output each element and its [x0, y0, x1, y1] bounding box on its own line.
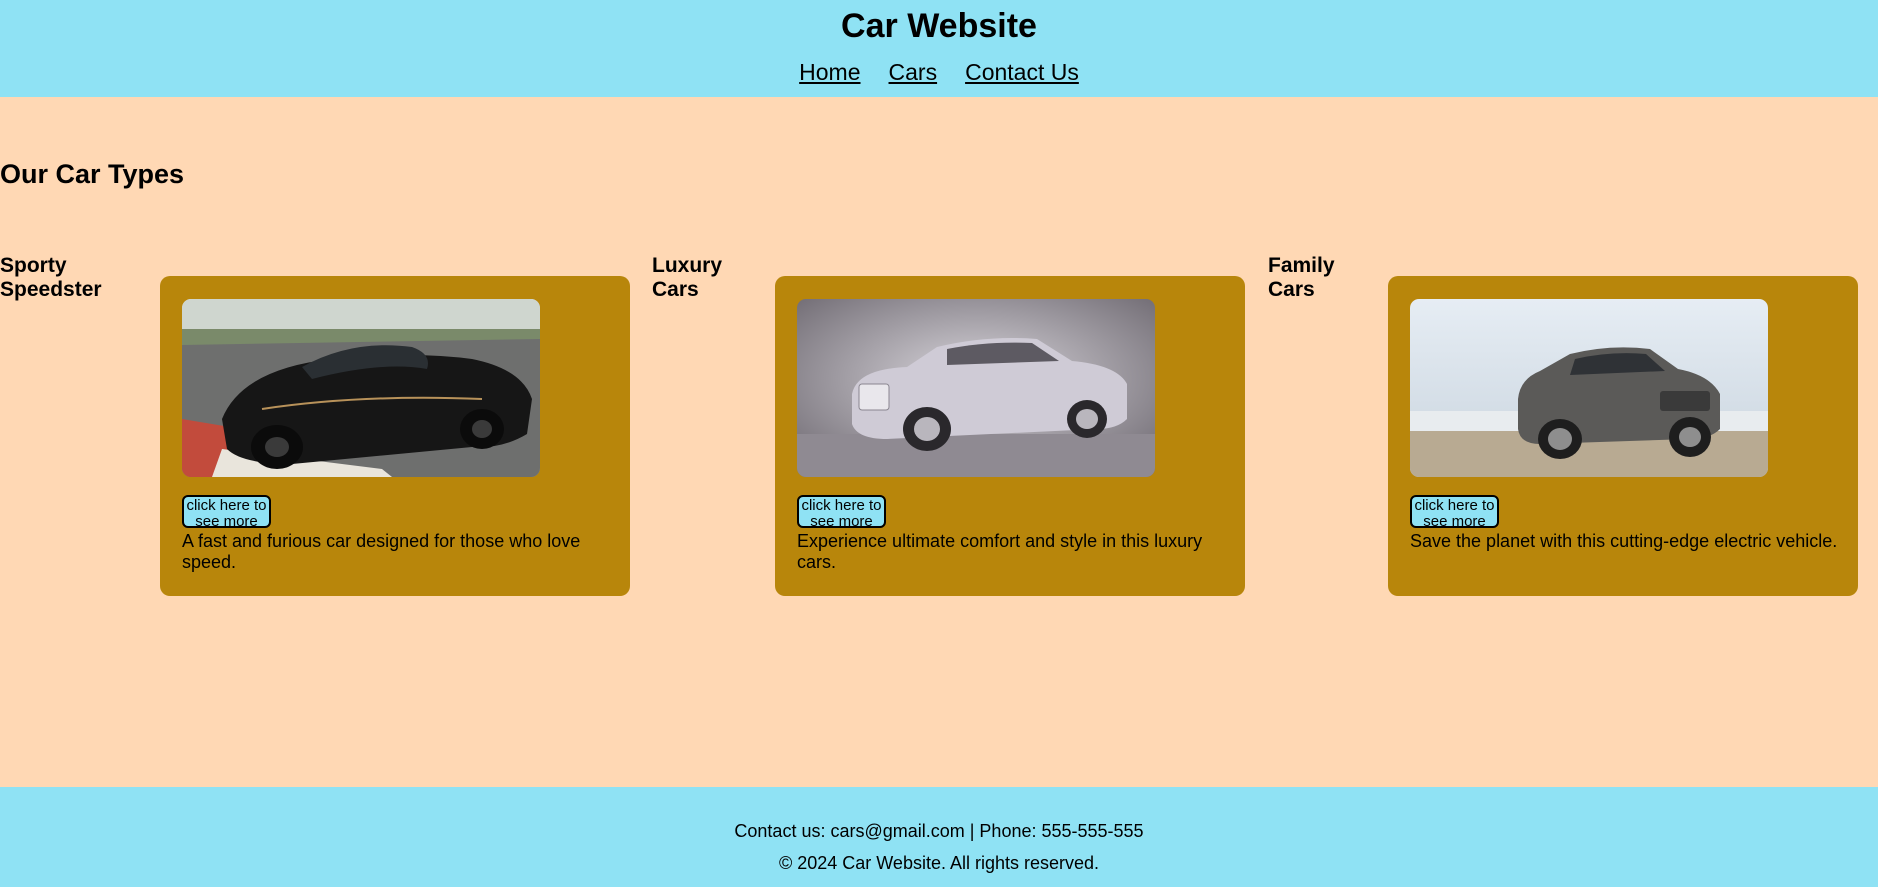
site-title: Car Website — [841, 7, 1037, 45]
site-footer: Contact us: cars@gmail.com | Phone: 555-… — [0, 787, 1878, 887]
car-card-luxury: click here to see more Experience ultima… — [775, 276, 1245, 596]
car-type-label-family: Family Cars — [1268, 254, 1335, 301]
nav-home-link[interactable]: Home — [799, 58, 860, 86]
family-suv-image — [1410, 299, 1768, 477]
footer-copyright: © 2024 Car Website. All rights reserved. — [778, 853, 1100, 873]
footer-contact: Contact us: cars@gmail.com | Phone: 555-… — [734, 821, 1144, 841]
car-card-family: click here to see more Save the planet w… — [1388, 276, 1858, 596]
card-description-luxury: Experience ultimate comfort and style in… — [797, 531, 1203, 572]
sports-car-image — [182, 299, 540, 477]
car-type-label-sporty: Sporty Speedster — [0, 254, 102, 301]
section-title: Our Car Types — [0, 159, 185, 189]
luxury-car-image — [797, 299, 1155, 477]
car-type-label-luxury: Luxury Cars — [652, 254, 723, 301]
nav-contact-link[interactable]: Contact Us — [965, 58, 1079, 86]
car-card-sporty: click here to see more A fast and furiou… — [160, 276, 630, 596]
see-more-button-luxury[interactable]: click here to see more — [797, 495, 886, 528]
main-nav: Home Cars Contact Us — [0, 58, 1878, 86]
nav-cars-link[interactable]: Cars — [889, 58, 938, 86]
see-more-button-family[interactable]: click here to see more — [1410, 495, 1499, 528]
card-description-family: Save the planet with this cutting-edge e… — [1410, 531, 1838, 551]
card-description-sporty: A fast and furious car designed for thos… — [182, 531, 581, 572]
see-more-button-sporty[interactable]: click here to see more — [182, 495, 271, 528]
site-header: Car Website Home Cars Contact Us — [0, 0, 1878, 97]
